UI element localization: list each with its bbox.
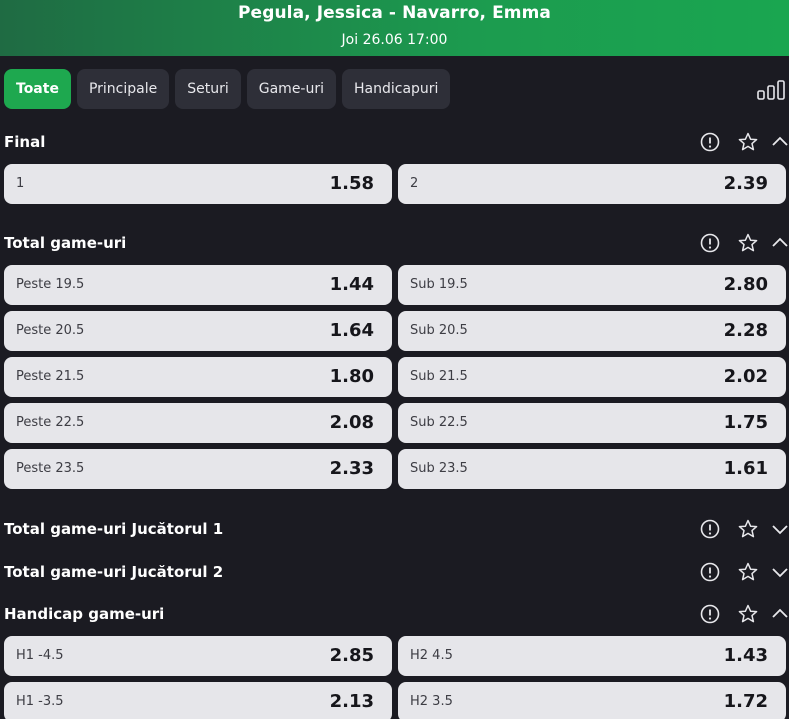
odd-label: Sub 21.5 (410, 369, 468, 384)
odd-label: Sub 22.5 (410, 415, 468, 430)
odd-value: 1.72 (723, 691, 768, 712)
odd-value: 2.02 (723, 366, 768, 387)
odd-value: 1.61 (723, 458, 768, 479)
odd-value: 2.08 (329, 412, 374, 433)
odd-button-under[interactable]: Sub 23.5 1.61 (398, 449, 786, 489)
odd-label: 2 (410, 176, 419, 191)
odd-value: 2.13 (329, 691, 374, 712)
odd-value: 2.33 (329, 458, 374, 479)
odd-button-under[interactable]: Sub 20.5 2.28 (398, 311, 786, 351)
odd-value: 2.39 (723, 173, 768, 194)
chevron-up-icon[interactable] (769, 232, 789, 254)
star-icon[interactable] (737, 561, 759, 583)
odd-label: Peste 21.5 (16, 369, 85, 384)
odd-label: Peste 22.5 (16, 415, 85, 430)
tab-toate[interactable]: Toate (4, 69, 71, 109)
odd-value: 2.28 (723, 320, 768, 341)
info-icon[interactable] (699, 603, 721, 625)
star-icon[interactable] (737, 232, 759, 254)
odd-value: 1.75 (723, 412, 768, 433)
odd-label: Sub 20.5 (410, 323, 468, 338)
tab-game-uri[interactable]: Game-uri (246, 69, 336, 109)
match-header: Pegula, Jessica - Navarro, Emma Joi 26.0… (0, 0, 789, 56)
tab-handicapuri[interactable]: Handicapuri (342, 69, 451, 109)
odd-label: Peste 20.5 (16, 323, 85, 338)
section-title: Total game-uri Jucătorul 2 (4, 563, 224, 581)
odd-button-over[interactable]: Peste 21.5 1.80 (4, 357, 392, 397)
star-icon[interactable] (737, 131, 759, 153)
odd-button-over[interactable]: Peste 22.5 2.08 (4, 403, 392, 443)
section-title: Total game-uri Jucătorul 1 (4, 520, 224, 538)
section-total-games-header[interactable]: Total game-uri (4, 231, 789, 257)
section-title: Final (4, 133, 46, 151)
odd-button-over[interactable]: Peste 23.5 2.33 (4, 449, 392, 489)
odd-value: 1.44 (329, 274, 374, 295)
odd-label: Peste 19.5 (16, 277, 85, 292)
odd-label: Peste 23.5 (16, 461, 85, 476)
odd-button-over[interactable]: Peste 19.5 1.44 (4, 265, 392, 305)
match-date: Joi 26.06 17:00 (341, 32, 448, 48)
star-icon[interactable] (737, 603, 759, 625)
star-icon[interactable] (737, 518, 759, 540)
info-icon[interactable] (699, 518, 721, 540)
odd-label: Sub 23.5 (410, 461, 468, 476)
section-final-header[interactable]: Final (4, 130, 789, 156)
odd-button-under[interactable]: Sub 19.5 2.80 (398, 265, 786, 305)
tab-seturi[interactable]: Seturi (175, 69, 241, 109)
odd-label: H2 3.5 (410, 694, 453, 709)
bar-chart-icon[interactable] (756, 79, 786, 101)
section-handicap-games-header[interactable]: Handicap game-uri (4, 602, 789, 628)
market-tabs: Toate Principale Seturi Game-uri Handica… (4, 69, 451, 109)
odd-value: 2.85 (329, 645, 374, 666)
chevron-down-icon[interactable] (769, 561, 789, 583)
odd-button-under[interactable]: Sub 21.5 2.02 (398, 357, 786, 397)
info-icon[interactable] (699, 561, 721, 583)
odd-label: 1 (16, 176, 25, 191)
info-icon[interactable] (699, 131, 721, 153)
odd-label: H2 4.5 (410, 648, 453, 663)
odd-label: H1 -4.5 (16, 648, 64, 663)
tab-principale[interactable]: Principale (76, 69, 170, 109)
match-title: Pegula, Jessica - Navarro, Emma (238, 3, 551, 23)
odd-value: 1.64 (329, 320, 374, 341)
odd-value: 1.80 (329, 366, 374, 387)
odd-button-under[interactable]: Sub 22.5 1.75 (398, 403, 786, 443)
section-player1-games-header[interactable]: Total game-uri Jucătorul 1 (4, 517, 789, 543)
odd-button-h2[interactable]: H2 3.5 1.72 (398, 682, 786, 719)
odd-button-h1[interactable]: H1 -4.5 2.85 (4, 636, 392, 676)
chevron-down-icon[interactable] (769, 518, 789, 540)
section-title: Total game-uri (4, 234, 127, 252)
odd-label: H1 -3.5 (16, 694, 64, 709)
odd-value: 1.43 (723, 645, 768, 666)
odd-button-2[interactable]: 2 2.39 (398, 164, 786, 204)
section-title: Handicap game-uri (4, 605, 165, 623)
odd-label: Sub 19.5 (410, 277, 468, 292)
chevron-up-icon[interactable] (769, 131, 789, 153)
odd-value: 2.80 (723, 274, 768, 295)
odd-button-over[interactable]: Peste 20.5 1.64 (4, 311, 392, 351)
odd-value: 1.58 (329, 173, 374, 194)
odd-button-h1[interactable]: H1 -3.5 2.13 (4, 682, 392, 719)
chevron-up-icon[interactable] (769, 603, 789, 625)
info-icon[interactable] (699, 232, 721, 254)
section-player2-games-header[interactable]: Total game-uri Jucătorul 2 (4, 560, 789, 586)
odd-button-h2[interactable]: H2 4.5 1.43 (398, 636, 786, 676)
odd-button-1[interactable]: 1 1.58 (4, 164, 392, 204)
